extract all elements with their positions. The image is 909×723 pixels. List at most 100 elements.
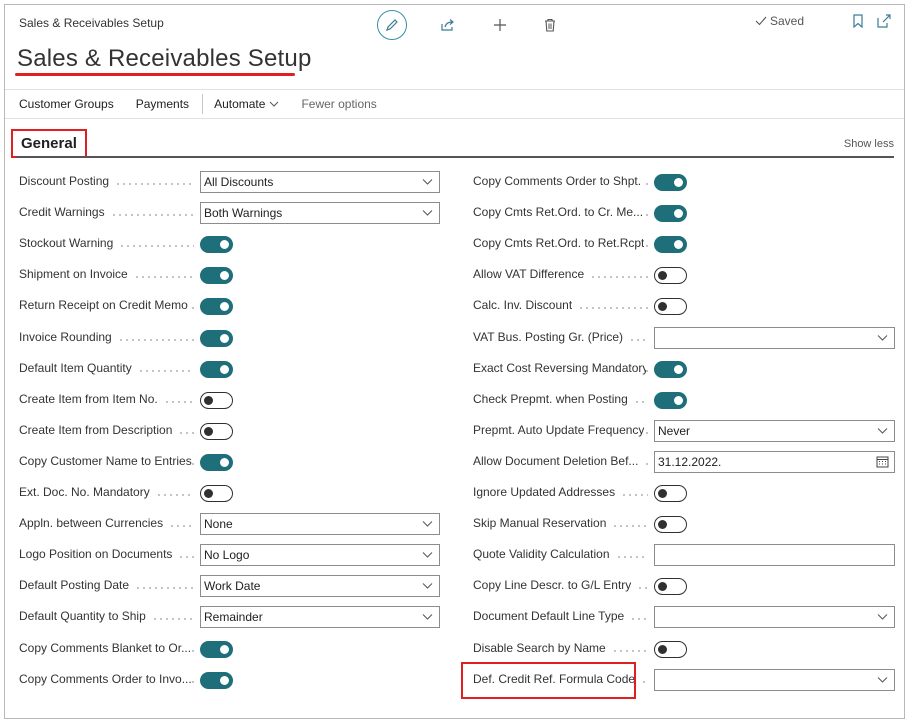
leader-dots bbox=[155, 494, 194, 496]
field-label: Allow VAT Difference bbox=[473, 267, 585, 282]
toggle-knob bbox=[658, 644, 667, 654]
chevron-down-icon bbox=[877, 334, 888, 341]
open-new-window-button[interactable] bbox=[876, 13, 892, 29]
def-credit-ref-formula-code-select[interactable] bbox=[654, 668, 895, 691]
field-calc-inv-discount: Calc. Inv. Discount bbox=[473, 295, 896, 317]
leader-dots bbox=[611, 649, 648, 652]
default-posting-date-select[interactable]: Work Date bbox=[200, 575, 440, 598]
calc-inv-discount-toggle[interactable] bbox=[654, 298, 687, 316]
skip-manual-reservation-toggle[interactable] bbox=[654, 516, 687, 534]
chevron-down-icon bbox=[422, 210, 433, 216]
leader-dots bbox=[151, 618, 194, 621]
copy-cmts-ret-ord-to-ret-rcpt-toggle[interactable] bbox=[654, 236, 687, 254]
default-quantity-to-ship-select[interactable]: Remainder bbox=[200, 606, 440, 629]
field-default-quantity-to-ship: Default Quantity to Ship Remainder bbox=[19, 606, 442, 629]
toggle-knob bbox=[658, 302, 667, 312]
leader-dots bbox=[590, 276, 648, 279]
payments-action[interactable]: Payments bbox=[125, 97, 200, 111]
field-vat-bus-posting-gr-price: VAT Bus. Posting Gr. (Price) bbox=[473, 326, 896, 349]
delete-button[interactable] bbox=[535, 10, 565, 40]
field-label: Document Default Line Type bbox=[473, 609, 625, 624]
logo-position-on-documents-select[interactable]: No Logo bbox=[200, 544, 440, 567]
create-item-from-description-toggle[interactable] bbox=[200, 422, 233, 440]
field-label: Return Receipt on Credit Memo bbox=[19, 298, 188, 313]
chevron-down-icon bbox=[877, 614, 888, 621]
ignore-updated-addresses-toggle[interactable] bbox=[654, 485, 687, 502]
copy-customer-name-to-entries-toggle[interactable] bbox=[200, 453, 233, 471]
field-value: 31.12.2022. bbox=[658, 454, 722, 469]
return-receipt-on-credit-memo-toggle[interactable] bbox=[200, 298, 233, 316]
field-label: Copy Comments Blanket to Or... bbox=[19, 640, 192, 655]
general-section-header: General Show less bbox=[5, 127, 904, 158]
field-ignore-updated-addresses: Ignore Updated Addresses bbox=[473, 482, 896, 504]
field-copy-comments-order-to-invo: Copy Comments Order to Invo... bbox=[19, 669, 442, 691]
edit-button[interactable] bbox=[377, 10, 407, 40]
copy-line-descr-to-g-l-entry-toggle[interactable] bbox=[654, 578, 687, 596]
disable-search-by-name-toggle[interactable] bbox=[654, 640, 687, 658]
copy-comments-order-to-shpt-toggle[interactable] bbox=[654, 174, 687, 191]
show-less-link[interactable]: Show less bbox=[844, 138, 894, 150]
toggle-knob bbox=[220, 364, 229, 374]
field-label: Prepmt. Auto Update Frequency bbox=[473, 422, 645, 437]
quote-validity-calculation-input[interactable] bbox=[654, 544, 895, 567]
new-button[interactable] bbox=[485, 10, 515, 40]
toggle-knob bbox=[204, 395, 213, 405]
leader-dots bbox=[637, 587, 648, 590]
chevron-down-icon bbox=[270, 101, 279, 107]
chevron-down-icon bbox=[422, 583, 433, 590]
share-icon bbox=[441, 19, 454, 31]
chevron-down-icon bbox=[422, 179, 433, 185]
appln-between-currencies-select[interactable]: None bbox=[200, 513, 440, 536]
field-copy-cmts-ret-ord-to-ret-rcpt: Copy Cmts Ret.Ord. to Ret.Rcpt bbox=[473, 233, 896, 255]
field-copy-comments-blanket-to-or: Copy Comments Blanket to Or... bbox=[19, 638, 442, 660]
bookmark-button[interactable] bbox=[850, 13, 866, 29]
share-button[interactable] bbox=[433, 10, 463, 40]
action-bar: Customer Groups Payments Automate Fewer … bbox=[5, 89, 904, 119]
invoice-rounding-toggle[interactable] bbox=[200, 329, 233, 347]
leader-dots bbox=[644, 183, 648, 185]
fewer-options-action[interactable]: Fewer options bbox=[290, 97, 387, 111]
discount-posting-select[interactable]: All Discounts bbox=[200, 171, 440, 193]
field-create-item-from-description: Create Item from Description bbox=[19, 420, 442, 442]
calendar-icon[interactable] bbox=[876, 455, 889, 468]
field-value: Both Warnings bbox=[204, 206, 283, 221]
check-prepmt-when-posting-toggle[interactable] bbox=[654, 391, 687, 409]
toggle-knob bbox=[204, 489, 213, 498]
copy-comments-blanket-to-or-toggle[interactable] bbox=[200, 640, 233, 658]
default-item-quantity-toggle[interactable] bbox=[200, 360, 233, 378]
create-item-from-item-no-toggle[interactable] bbox=[200, 391, 233, 409]
field-label: Create Item from Item No. bbox=[19, 391, 158, 406]
leader-dots bbox=[169, 525, 194, 528]
trash-icon bbox=[545, 18, 555, 32]
field-credit-warnings: Credit Warnings Both Warnings bbox=[19, 202, 442, 225]
copy-cmts-ret-ord-to-cr-me-toggle[interactable] bbox=[654, 205, 687, 223]
field-logo-position-on-documents: Logo Position on Documents No Logo bbox=[19, 544, 442, 567]
toggle-knob bbox=[658, 489, 667, 498]
document-default-line-type-select[interactable] bbox=[654, 606, 895, 629]
vat-bus-posting-gr-price-select[interactable] bbox=[654, 326, 895, 349]
copy-comments-order-to-invo-toggle[interactable] bbox=[200, 671, 233, 689]
allow-vat-difference-toggle[interactable] bbox=[654, 267, 687, 285]
field-label: Copy Line Descr. to G/L Entry bbox=[473, 578, 632, 593]
leader-dots bbox=[644, 431, 648, 434]
stockout-warning-toggle[interactable] bbox=[200, 236, 233, 254]
automate-action[interactable]: Automate bbox=[203, 97, 290, 111]
field-label: Invoice Rounding bbox=[19, 329, 112, 344]
ext-doc-no-mandatory-toggle[interactable] bbox=[200, 485, 233, 502]
allow-document-deletion-bef-input[interactable]: 31.12.2022. bbox=[654, 450, 895, 473]
field-exact-cost-reversing-mandatory: Exact Cost Reversing Mandatory bbox=[473, 358, 896, 380]
field-label: Copy Comments Order to Shpt. bbox=[473, 174, 642, 188]
shipment-on-invoice-toggle[interactable] bbox=[200, 267, 233, 285]
toggle-knob bbox=[658, 271, 667, 281]
field-label: Quote Validity Calculation bbox=[473, 547, 610, 562]
field-label: Exact Cost Reversing Mandatory bbox=[473, 360, 646, 375]
field-disable-search-by-name: Disable Search by Name bbox=[473, 638, 896, 660]
customer-groups-action[interactable]: Customer Groups bbox=[5, 97, 125, 111]
field-value: Never bbox=[658, 423, 691, 438]
field-shipment-on-invoice: Shipment on Invoice bbox=[19, 264, 442, 286]
toggle-knob bbox=[658, 520, 667, 530]
prepmt-auto-update-frequency-select[interactable]: Never bbox=[654, 419, 895, 442]
credit-warnings-select[interactable]: Both Warnings bbox=[200, 202, 440, 225]
section-title[interactable]: General bbox=[11, 129, 87, 158]
exact-cost-reversing-mandatory-toggle[interactable] bbox=[654, 360, 687, 378]
